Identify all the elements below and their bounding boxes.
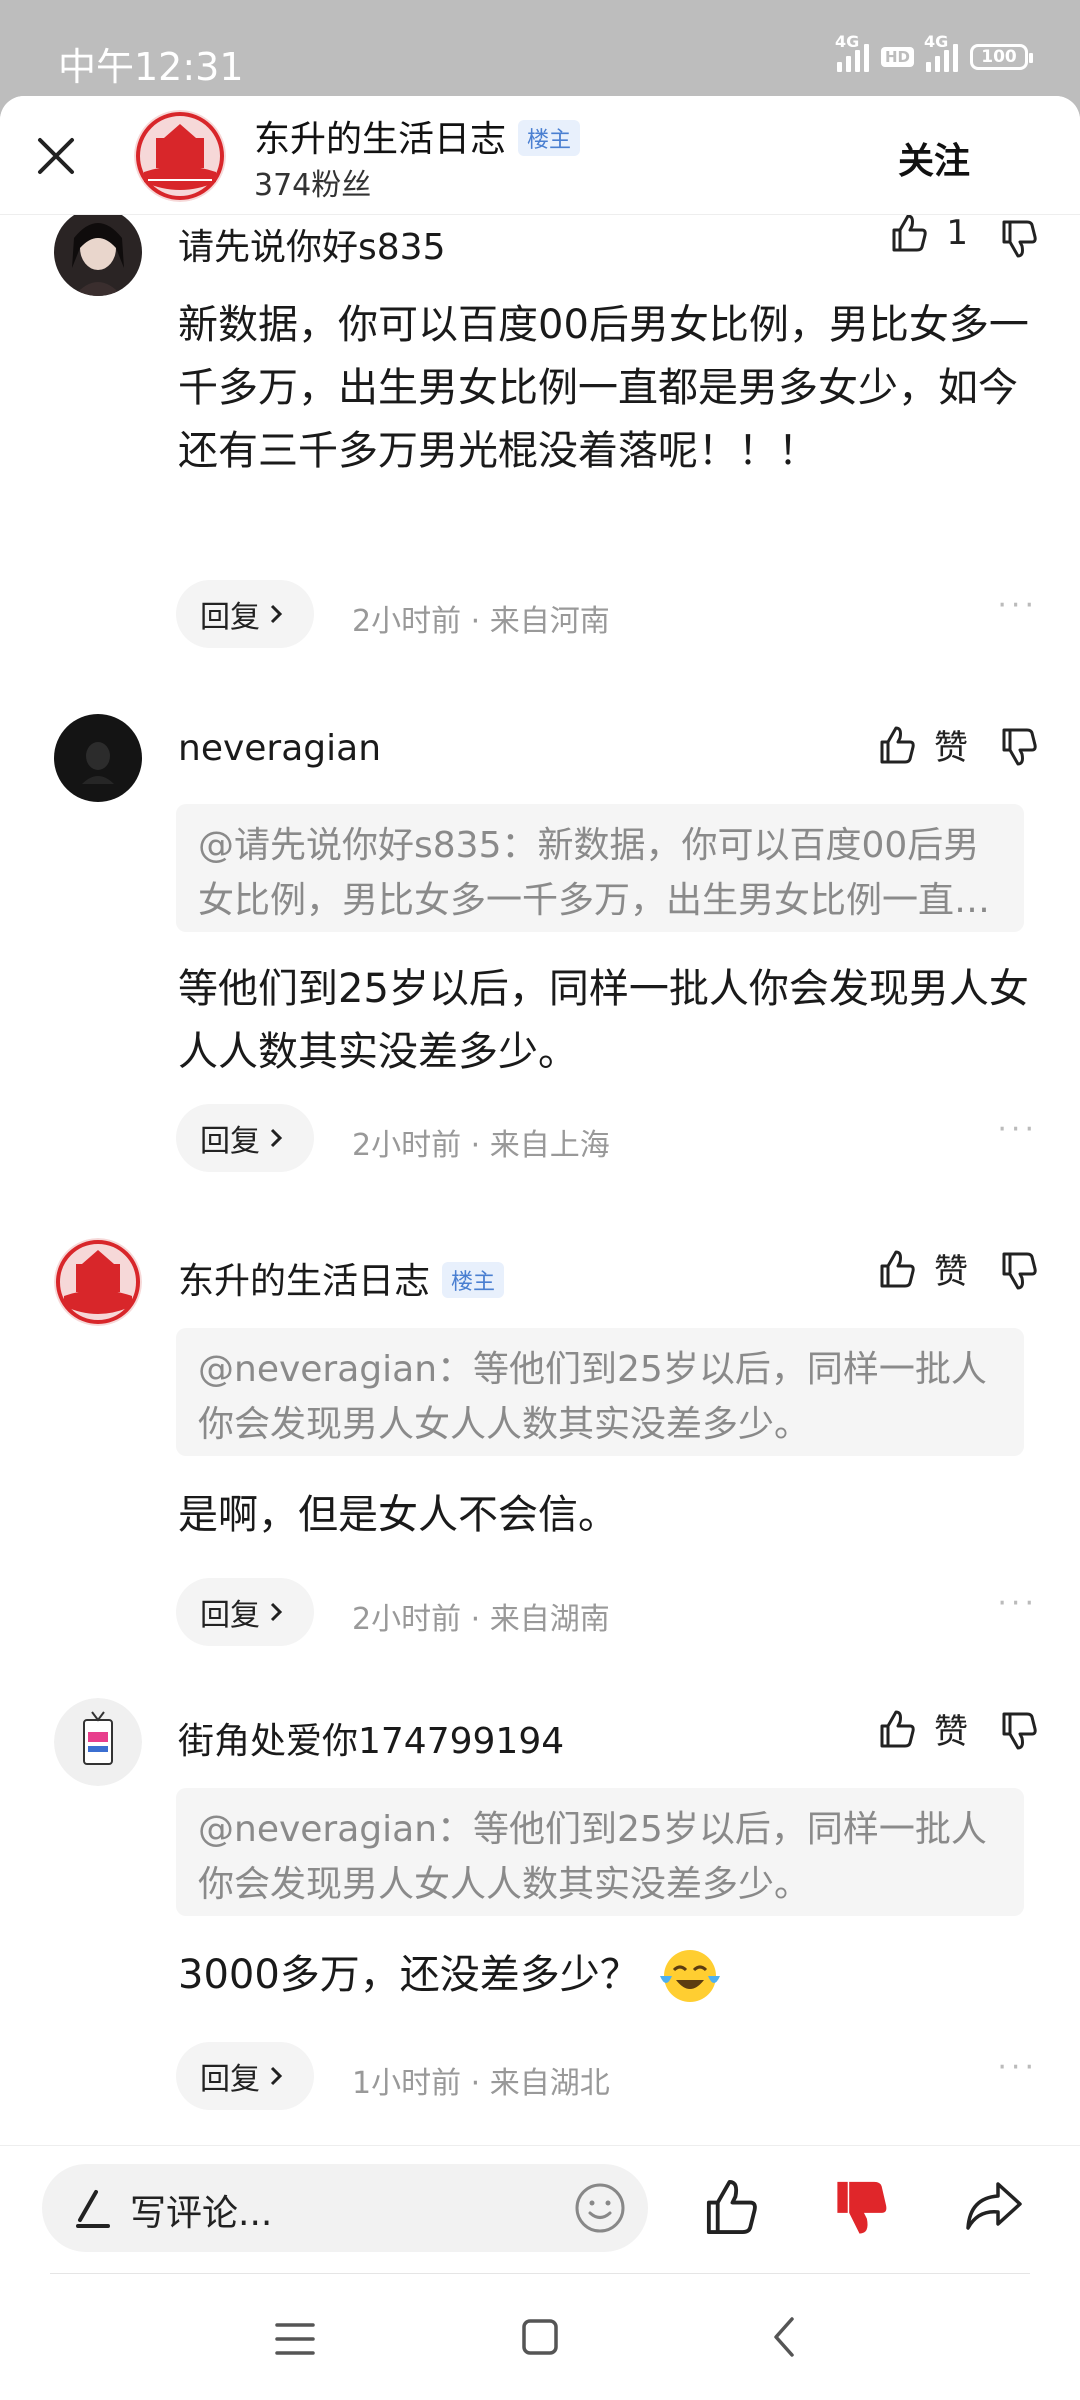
status-icons: 4G HD 4G 100: [835, 32, 1033, 72]
thumbs-up-icon: [892, 214, 928, 252]
like-label: 赞: [934, 1252, 968, 1292]
status-bar: 中午12:31 4G HD 4G 100: [0, 0, 1080, 100]
hd-icon: HD: [880, 47, 914, 67]
crying-laughing-emoji-icon: [659, 1949, 720, 2002]
thumbs-down-icon[interactable]: [998, 1710, 1040, 1752]
user-avatar[interactable]: [54, 1698, 142, 1786]
status-time: 中午12:31: [58, 45, 244, 89]
like-count: 1: [946, 213, 968, 253]
quoted-comment[interactable]: @请先说你好s835：新数据，你可以百度00后男女比例，男比女多一千多万，出生男…: [176, 804, 1024, 932]
like-label: 赞: [934, 1712, 968, 1752]
chevron-right-icon: [270, 2066, 283, 2086]
comment-item: neveragian 赞 @请先说你好s835：新数据，你可以百度00后男女比例…: [0, 714, 1080, 1234]
comment-item: 街角处爱你174799194 赞 @neveragian：等他们到25岁以后，同…: [0, 1698, 1080, 2158]
system-nav-bar: [0, 2273, 1080, 2400]
comment-text: 新数据，你可以百度00后男女比例，男比女多一千多万，出生男女比例一直都是男多女少…: [178, 302, 1029, 474]
quoted-comment[interactable]: @neveragian：等他们到25岁以后，同样一批人你会发现男人女人人数其实没…: [176, 1788, 1024, 1916]
user-avatar[interactable]: [54, 208, 142, 296]
comment-text: 等他们到25岁以后，同样一批人你会发现男人女人人数其实没差多少。: [178, 966, 1029, 1075]
comment-input-bar: 写评论...: [0, 2145, 1080, 2274]
author-avatar[interactable]: [134, 110, 226, 202]
close-icon[interactable]: [34, 134, 78, 178]
thumbs-down-icon[interactable]: [998, 1250, 1040, 1292]
share-icon[interactable]: [962, 2176, 1026, 2236]
op-badge: 楼主: [518, 120, 581, 156]
user-avatar[interactable]: [54, 1238, 142, 1326]
quoted-comment[interactable]: @neveragian：等他们到25岁以后，同样一批人你会发现男人女人人数其实没…: [176, 1328, 1024, 1456]
user-avatar[interactable]: [54, 714, 142, 802]
reply-button[interactable]: 回复: [176, 580, 314, 648]
comment-meta: 2小时前 · 来自上海: [352, 1128, 610, 1163]
reply-button[interactable]: 回复: [176, 2042, 314, 2110]
comment-text: 是啊，但是女人不会信。: [178, 1492, 618, 1538]
divider: [50, 2273, 1030, 2274]
more-options-icon[interactable]: ···: [997, 588, 1038, 623]
home-icon[interactable]: [520, 2317, 560, 2357]
like-button[interactable]: 赞: [876, 720, 968, 769]
comment-meta: 2小时前 · 来自河南: [352, 604, 610, 639]
comment-username[interactable]: neveragian: [178, 728, 381, 769]
comment-text: 3000多万，还没差多少？: [178, 1952, 640, 1998]
comment-input-placeholder: 写评论...: [130, 2193, 273, 2234]
back-icon[interactable]: [770, 2315, 800, 2359]
comment-sheet: 东升的生活日志 楼主 374粉丝 关注 请先说你好s835 1 新数据，你可以百度…: [0, 96, 1080, 2400]
thumbs-up-icon[interactable]: [700, 2176, 762, 2238]
signal-icon: 4G: [835, 32, 869, 72]
thumbs-down-icon[interactable]: [998, 218, 1040, 260]
menu-icon[interactable]: [275, 2321, 315, 2357]
comment-input[interactable]: 写评论...: [42, 2164, 648, 2252]
reply-button[interactable]: 回复: [176, 1578, 314, 1646]
thumbs-up-icon: [880, 1250, 915, 1287]
like-button[interactable]: 1: [888, 212, 968, 254]
like-button[interactable]: 赞: [876, 1244, 968, 1293]
emoji-icon[interactable]: [572, 2180, 628, 2236]
signal-icon: 4G: [924, 32, 958, 72]
comment-text-row: 3000多万，还没差多少？: [178, 1944, 1038, 2007]
like-label: 赞: [934, 728, 968, 768]
reply-button[interactable]: 回复: [176, 1104, 314, 1172]
op-badge: 楼主: [442, 1262, 505, 1298]
thumbs-up-icon: [880, 726, 915, 763]
like-button[interactable]: 赞: [876, 1704, 968, 1753]
chevron-right-icon: [270, 1128, 283, 1148]
comment-item: 东升的生活日志 楼主 赞 @neveragian：等他们到25岁以后，同样一批人你…: [0, 1238, 1080, 1678]
comment-username[interactable]: 街角处爱你174799194: [178, 1712, 564, 1764]
more-options-icon[interactable]: ···: [997, 1112, 1038, 1147]
comment-username[interactable]: 东升的生活日志 楼主: [178, 1252, 505, 1304]
thumbs-up-icon: [880, 1710, 915, 1747]
more-options-icon[interactable]: ···: [997, 2050, 1038, 2085]
battery-icon: 100: [970, 44, 1033, 70]
thumbs-down-icon[interactable]: [998, 726, 1040, 768]
thumbs-down-filled-icon[interactable]: [830, 2176, 892, 2238]
comment-username[interactable]: 请先说你好s835: [178, 218, 445, 270]
author-name[interactable]: 东升的生活日志 楼主: [254, 110, 581, 162]
sheet-header: 东升的生活日志 楼主 374粉丝 关注: [0, 96, 1080, 215]
comment-item: 请先说你好s835 1 新数据，你可以百度00后男女比例，男比女多一千多万，出生…: [0, 208, 1080, 654]
comment-meta: 1小时前 · 来自湖北: [352, 2066, 610, 2101]
pen-icon: [76, 2190, 110, 2228]
chevron-right-icon: [270, 1602, 283, 1622]
chevron-right-icon: [270, 604, 283, 624]
fans-count: 374粉丝: [254, 168, 372, 203]
comment-meta: 2小时前 · 来自湖南: [352, 1602, 610, 1637]
more-options-icon[interactable]: ···: [997, 1586, 1038, 1621]
follow-button[interactable]: 关注: [898, 132, 970, 184]
